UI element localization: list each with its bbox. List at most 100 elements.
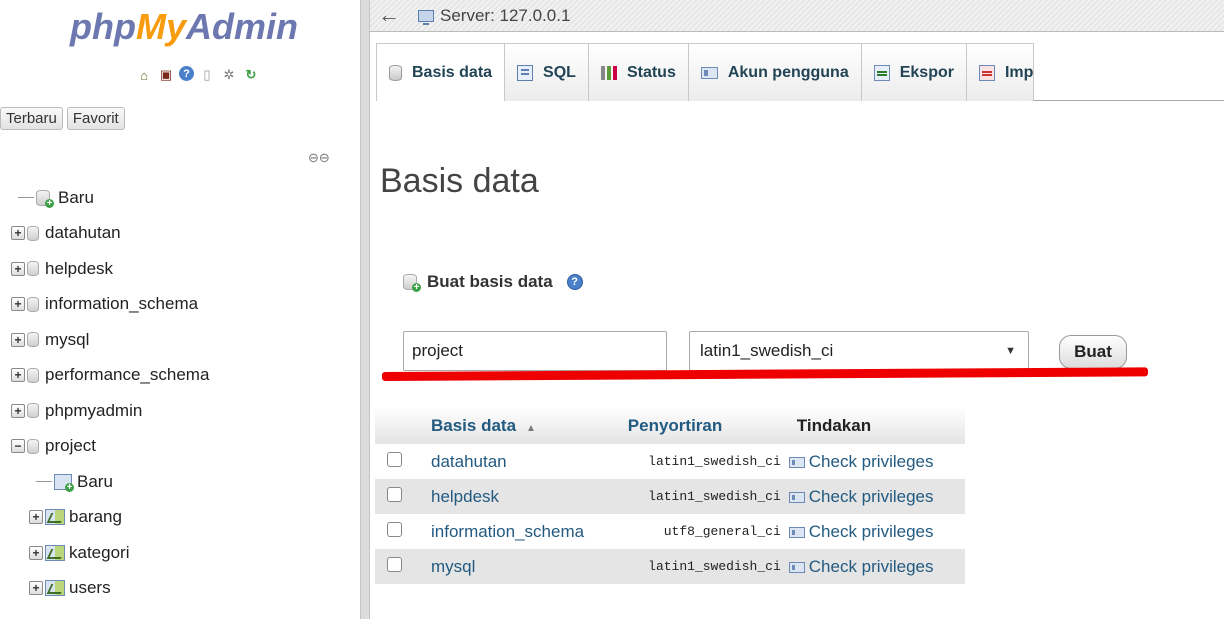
tab-label: SQL bbox=[543, 63, 576, 81]
tab-user-accounts[interactable]: Akun pengguna bbox=[687, 43, 862, 101]
collation-select[interactable]: latin1_swedish_ci ▼ bbox=[689, 331, 1029, 371]
action-label[interactable]: Check privileges bbox=[809, 522, 934, 541]
tree-label[interactable]: Baru bbox=[77, 472, 113, 492]
expand-icon[interactable]: + bbox=[11, 261, 25, 276]
help-icon[interactable]: ? bbox=[179, 66, 194, 81]
expand-icon[interactable]: + bbox=[11, 226, 25, 241]
tree-label[interactable]: kategori bbox=[69, 543, 129, 563]
row-checkbox[interactable] bbox=[387, 556, 402, 572]
recent-favorite-tabs: Terbaru Favorit bbox=[0, 107, 125, 130]
action-label[interactable]: Check privileges bbox=[809, 452, 934, 471]
tree-label[interactable]: users bbox=[69, 578, 111, 598]
tab-label: Basis data bbox=[412, 63, 493, 81]
row-checkbox[interactable] bbox=[387, 451, 402, 467]
collapse-icon[interactable]: − bbox=[11, 439, 25, 454]
action-label[interactable]: Check privileges bbox=[809, 487, 934, 506]
quick-links: ⌂ ▣ ? ▯ ✲ ↻ bbox=[135, 66, 260, 84]
tree-label[interactable]: helpdesk bbox=[45, 259, 113, 279]
expand-icon[interactable]: + bbox=[11, 403, 25, 418]
dropdown-arrow-icon: ▼ bbox=[1005, 345, 1016, 357]
tab-status[interactable]: Status bbox=[587, 43, 689, 101]
reload-icon[interactable]: ↻ bbox=[242, 66, 260, 84]
sidebar-resize-handle[interactable] bbox=[360, 0, 370, 619]
exit-icon[interactable]: ▣ bbox=[157, 66, 175, 84]
tree-db-information-schema[interactable]: + information_schema bbox=[0, 287, 209, 323]
database-icon bbox=[27, 438, 39, 454]
server-icon bbox=[418, 10, 434, 25]
tree-db-helpdesk[interactable]: + helpdesk bbox=[0, 251, 209, 287]
breadcrumb-server-label[interactable]: Server: 127.0.0.1 bbox=[440, 6, 570, 26]
tab-recent[interactable]: Terbaru bbox=[0, 107, 63, 130]
check-privileges-link[interactable]: Check privileges bbox=[787, 444, 965, 479]
database-name-link[interactable]: datahutan bbox=[421, 444, 618, 479]
tab-databases[interactable]: Basis data bbox=[376, 43, 506, 101]
tree-label[interactable]: Baru bbox=[58, 188, 94, 208]
tree-label[interactable]: performance_schema bbox=[45, 365, 209, 385]
tab-sql[interactable]: SQL bbox=[504, 43, 589, 101]
row-checkbox-cell bbox=[375, 444, 421, 479]
users-icon bbox=[700, 66, 718, 79]
tree-label[interactable]: project bbox=[45, 436, 96, 456]
tree-db-phpmyadmin[interactable]: + phpmyadmin bbox=[0, 393, 209, 429]
tree-new-table[interactable]: Baru bbox=[0, 464, 209, 500]
tree-label[interactable]: information_schema bbox=[45, 294, 198, 314]
expand-icon[interactable]: + bbox=[11, 368, 25, 383]
privileges-icon bbox=[788, 456, 805, 468]
collation-cell: latin1_swedish_ci bbox=[617, 549, 787, 584]
database-name-link[interactable]: mysql bbox=[421, 549, 618, 584]
expand-icon[interactable]: + bbox=[29, 545, 43, 560]
database-name-link[interactable]: information_schema bbox=[421, 514, 618, 549]
tab-label: Ekspor bbox=[899, 63, 954, 81]
database-name-input[interactable] bbox=[403, 331, 667, 371]
back-arrow-icon[interactable]: ← bbox=[378, 2, 400, 28]
tree-table-users[interactable]: + users bbox=[0, 571, 209, 607]
tree-label[interactable]: datahutan bbox=[45, 223, 121, 243]
tree-db-datahutan[interactable]: + datahutan bbox=[0, 216, 209, 252]
tree-table-kategori[interactable]: + kategori bbox=[0, 535, 209, 571]
check-privileges-link[interactable]: Check privileges bbox=[786, 479, 965, 514]
check-privileges-link[interactable]: Check privileges bbox=[787, 514, 965, 549]
tree-db-performance-schema[interactable]: + performance_schema bbox=[0, 358, 209, 394]
expand-icon[interactable]: + bbox=[11, 332, 25, 347]
row-checkbox[interactable] bbox=[387, 486, 402, 502]
tree-db-mysql[interactable]: + mysql bbox=[0, 322, 209, 358]
header-label[interactable]: Basis data bbox=[431, 416, 516, 435]
table-icon bbox=[45, 544, 65, 561]
row-checkbox-cell bbox=[375, 479, 421, 514]
table-header-row: Basis data ▲ Penyortiran Tindakan bbox=[375, 407, 965, 444]
tree-db-project[interactable]: − project bbox=[0, 429, 209, 465]
database-icon bbox=[27, 332, 39, 348]
home-icon[interactable]: ⌂ bbox=[135, 66, 153, 84]
docs-icon[interactable]: ▯ bbox=[198, 66, 216, 84]
import-icon bbox=[978, 64, 995, 81]
settings-icon[interactable]: ✲ bbox=[220, 66, 238, 84]
action-label[interactable]: Check privileges bbox=[809, 557, 934, 576]
header-collation[interactable]: Penyortiran bbox=[617, 407, 787, 444]
expand-icon[interactable]: + bbox=[29, 581, 43, 596]
link-icon[interactable]: ⊖⊖ bbox=[308, 150, 330, 166]
tab-favorites[interactable]: Favorit bbox=[66, 107, 125, 130]
expand-icon[interactable]: + bbox=[11, 297, 25, 312]
header-database[interactable]: Basis data ▲ bbox=[421, 407, 618, 444]
privileges-icon bbox=[788, 561, 805, 573]
table-row: datahutan latin1_swedish_ci Check privil… bbox=[375, 444, 965, 479]
tab-label: Imp bbox=[1004, 63, 1034, 81]
row-checkbox[interactable] bbox=[387, 521, 402, 537]
expand-icon[interactable]: + bbox=[29, 510, 43, 525]
phpmyadmin-logo[interactable]: phpMyAdmin bbox=[70, 6, 298, 48]
database-name-link[interactable]: helpdesk bbox=[421, 479, 618, 514]
tree-label[interactable]: barang bbox=[69, 507, 122, 527]
breadcrumb-server[interactable]: Server: 127.0.0.1 bbox=[418, 6, 570, 26]
create-database-button[interactable]: Buat bbox=[1059, 335, 1127, 369]
tree-new-database[interactable]: Baru bbox=[0, 180, 209, 216]
tree-label[interactable]: phpmyadmin bbox=[45, 401, 142, 421]
table-row: helpdesk latin1_swedish_ci Check privile… bbox=[375, 479, 965, 514]
tree-label[interactable]: mysql bbox=[45, 330, 89, 350]
tab-import[interactable]: Imp bbox=[965, 43, 1035, 101]
tree-table-barang[interactable]: + barang bbox=[0, 500, 209, 536]
tree-line bbox=[36, 481, 52, 483]
tab-export[interactable]: Ekspor bbox=[860, 43, 967, 101]
check-privileges-link[interactable]: Check privileges bbox=[786, 549, 965, 584]
table-row: mysql latin1_swedish_ci Check privileges bbox=[375, 549, 965, 584]
help-icon[interactable]: ? bbox=[566, 274, 583, 290]
